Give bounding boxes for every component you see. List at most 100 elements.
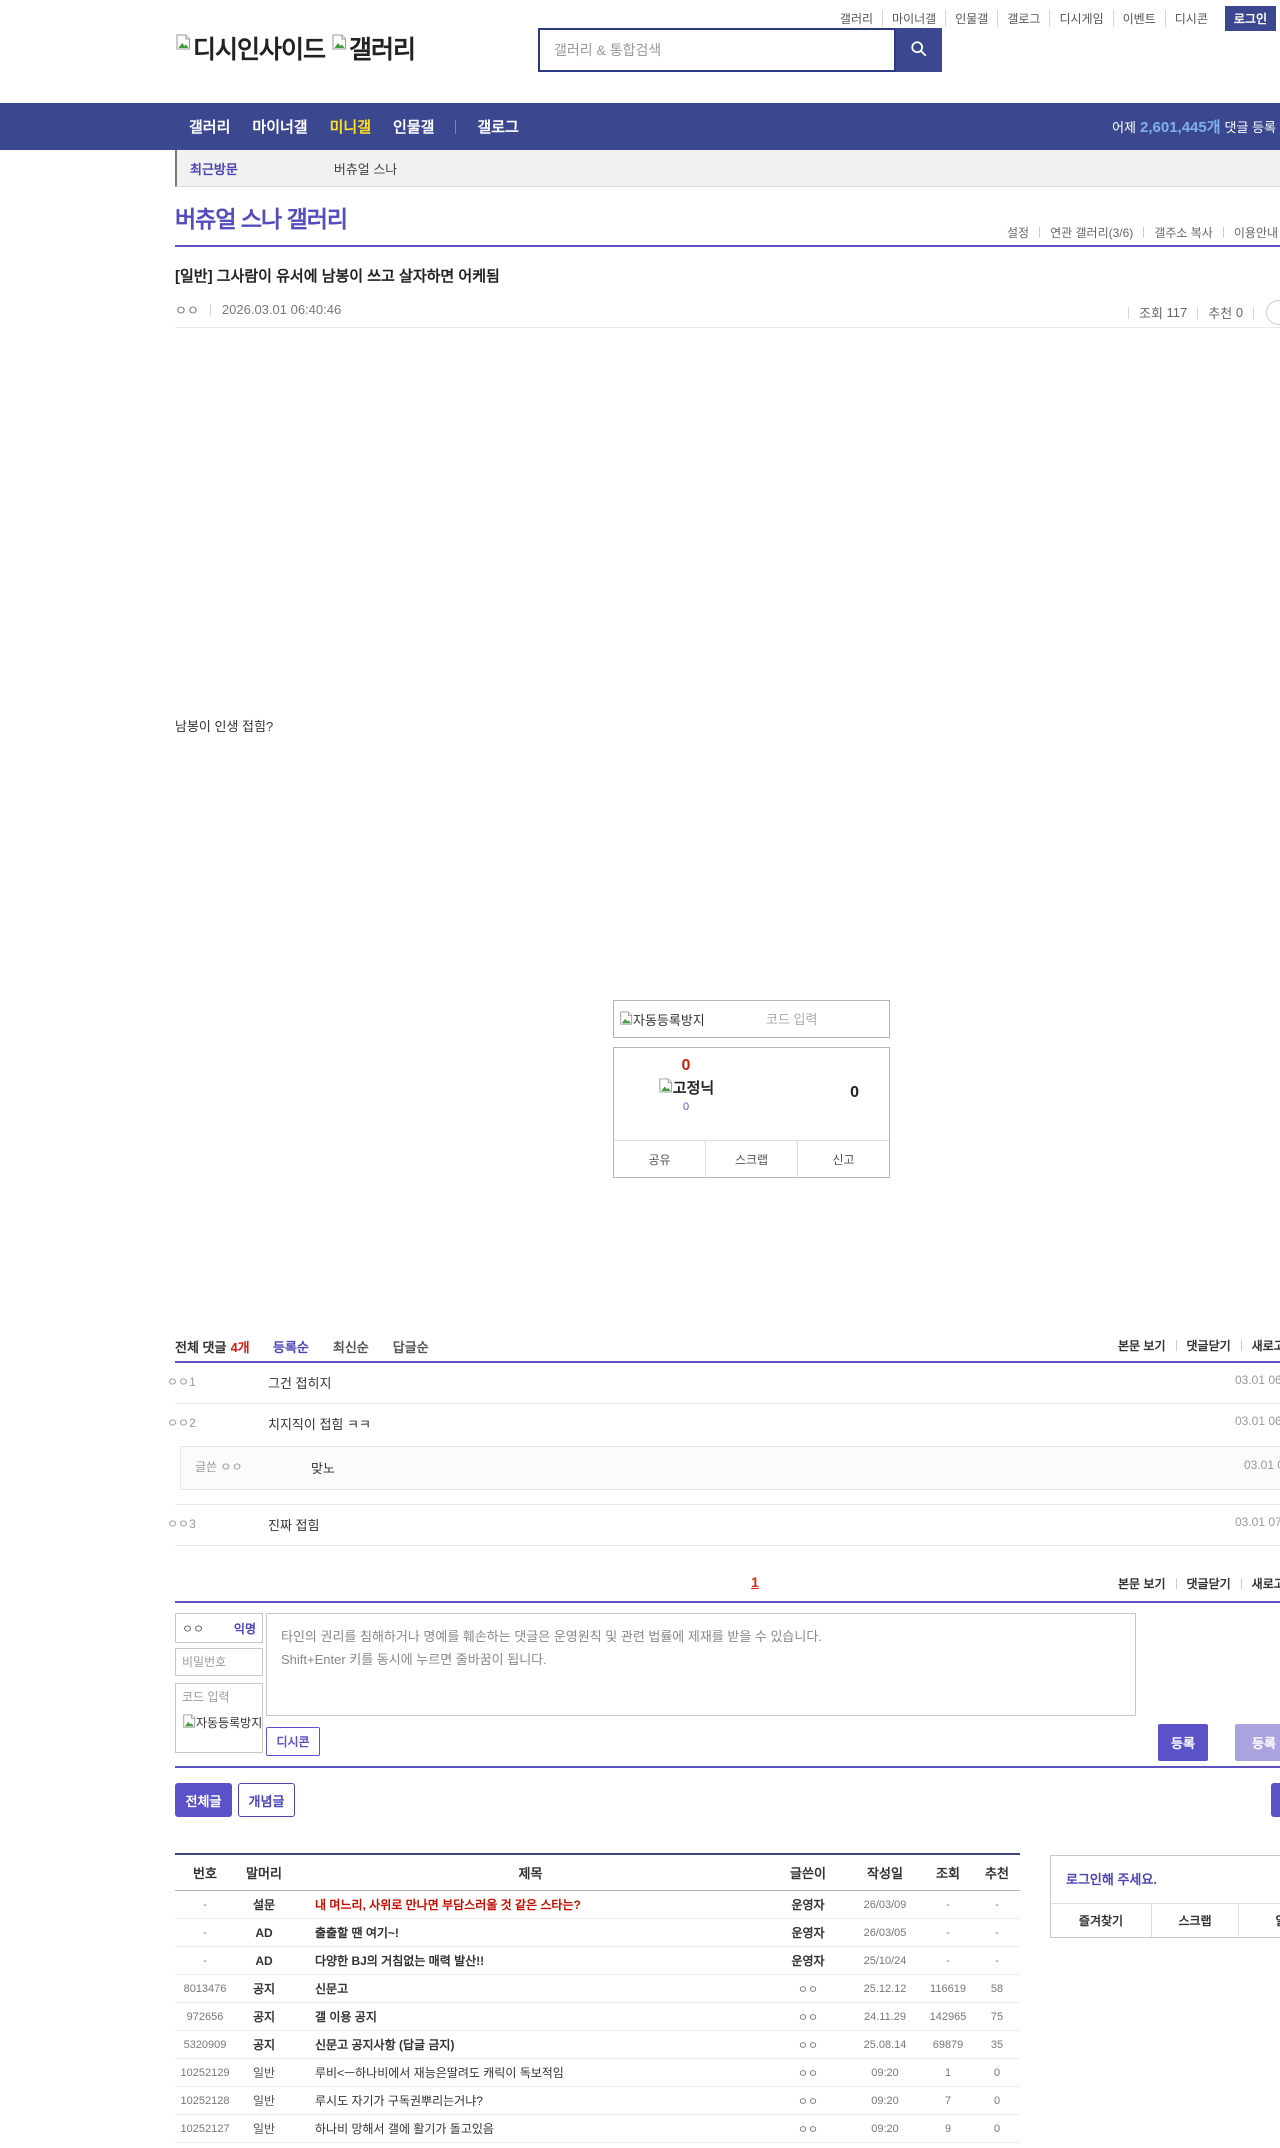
row-writer[interactable]: ㅇㅇ (768, 2121, 848, 2137)
row-date: 09:20 (871, 2066, 899, 2079)
nickname-input[interactable] (182, 1621, 234, 1635)
nav-item-minor[interactable]: 마이너갤 (241, 116, 318, 137)
row-recommend: 75 (990, 2010, 1004, 2023)
all-posts-button[interactable]: 전체글 (175, 1783, 232, 1817)
row-number: 10252129 (180, 2066, 230, 2079)
refresh-comments-link[interactable]: 새로고침 (1252, 1575, 1280, 1592)
login-message: 로그인해 주세요. (1066, 1872, 1157, 1887)
row-writer[interactable]: ㅇㅇ (768, 2093, 848, 2109)
search-input[interactable] (538, 28, 896, 72)
share-button[interactable]: 공유 (614, 1141, 705, 1178)
top-link-minor[interactable]: 마이너갤 (882, 10, 945, 27)
comment-author[interactable]: ㅇㅇ1 (167, 1373, 196, 1390)
reply-author[interactable]: 글쓴 ㅇㅇ (195, 1458, 243, 1475)
top-link-event[interactable]: 이벤트 (1112, 10, 1165, 27)
row-category: AD (255, 1925, 273, 1940)
best-posts-button[interactable]: 개념글 (238, 1783, 295, 1817)
row-writer[interactable]: 운영자 (768, 1952, 848, 1969)
site-logo[interactable]: 디시인사이드 갤러리 (175, 28, 416, 67)
top-link-dcgame[interactable]: 디시게임 (1049, 10, 1112, 27)
comment-submit-button-secondary[interactable]: 등록 (1235, 1724, 1280, 1761)
password-field-wrap (175, 1648, 263, 1676)
row-recommend: 35 (990, 2038, 1004, 2051)
recent-visit-gallery[interactable]: 버츄얼 스나 (334, 159, 397, 178)
gallery-settings-link[interactable]: 설정 (1007, 224, 1029, 241)
comment-count-pill[interactable] (1266, 300, 1280, 325)
report-button[interactable]: 신고 (797, 1141, 889, 1178)
scrap-button[interactable]: 스크랩 (705, 1141, 797, 1178)
top-link-gallery[interactable]: 갤러리 (831, 10, 882, 27)
captcha-code-input[interactable] (744, 1011, 889, 1027)
view-post-link[interactable]: 본문 보기 (1118, 1337, 1166, 1354)
close-comments-link[interactable]: 댓글닫기 (1187, 1575, 1231, 1592)
row-views: - (946, 1926, 950, 1939)
gallery-title[interactable]: 버츄얼 스나 갤러리 (175, 200, 348, 234)
comments-total-label: 전체 댓글 (175, 1340, 227, 1355)
dccon-button[interactable]: 디시콘 (266, 1727, 320, 1756)
row-title-link[interactable]: 신문고 (293, 1980, 768, 1997)
sort-tab-registered[interactable]: 등록순 (273, 1337, 309, 1356)
comment-textarea[interactable]: 타인의 권리를 침해하거나 명예를 훼손하는 댓글은 운영원칙 및 관련 법률에… (266, 1613, 1136, 1716)
sort-tab-reply[interactable]: 답글순 (393, 1337, 429, 1356)
row-title-link[interactable]: 신문고 공지사항 (답글 금지) (293, 2036, 768, 2053)
row-writer[interactable]: ㅇㅇ (768, 2065, 848, 2081)
refresh-comments-link[interactable]: 새로고침 (1252, 1337, 1280, 1354)
captcha-field-wrap: 자동등록방지 (175, 1683, 263, 1753)
row-writer[interactable]: 운영자 (768, 1896, 848, 1913)
top-link-dccon[interactable]: 디시콘 (1164, 10, 1217, 27)
sort-tab-newest[interactable]: 최신순 (333, 1337, 369, 1356)
view-post-link[interactable]: 본문 보기 (1118, 1575, 1166, 1592)
post-author[interactable]: ㅇㅇ (175, 300, 199, 319)
notification-button[interactable]: 알림 (1238, 1904, 1280, 1937)
row-number: - (203, 1926, 207, 1939)
stats-count: 2,601,445개 (1140, 119, 1221, 136)
row-writer[interactable]: 운영자 (768, 1924, 848, 1941)
row-writer[interactable]: ㅇㅇ (768, 2009, 848, 2025)
nav-item-mini[interactable]: 미니갤 (319, 116, 382, 137)
row-title-link[interactable]: 출출할 땐 여기~! (293, 1924, 768, 1941)
broken-image-icon (175, 28, 191, 57)
scrap-button[interactable]: 스크랩 (1151, 1904, 1238, 1937)
login-button[interactable]: 로그인 (1224, 6, 1276, 31)
copy-url-link[interactable]: 갤주소 복사 (1154, 224, 1213, 241)
favorite-button[interactable]: 즐겨찾기 (1051, 1904, 1151, 1937)
row-date: 09:20 (871, 2122, 899, 2135)
row-title-link[interactable]: 내 며느리, 사위로 만나면 부담스러울 것 같은 스타는? (293, 1896, 768, 1913)
main-navigation: 갤러리 마이너갤 미니갤 인물갤 갤로그 어제 2,601,445개 댓글 등록 (0, 103, 1280, 150)
comment-page-1[interactable]: 1 (175, 1574, 1280, 1590)
top-link-gallog[interactable]: 갤로그 (997, 10, 1049, 27)
comment-text: 진짜 접힘 (268, 1518, 320, 1533)
downvote-count[interactable]: 0 (850, 1084, 859, 1102)
usage-guide-link[interactable]: 이용안내 (1234, 224, 1278, 241)
row-title-link[interactable]: 루비<ㅡ하나비에서 재능은딸려도 캐릭이 독보적임 (293, 2064, 768, 2081)
comment-author[interactable]: ㅇㅇ2 (167, 1414, 196, 1431)
row-title-link[interactable]: 다양한 BJ의 거침없는 매력 발산!! (293, 1952, 768, 1969)
password-input[interactable] (182, 1655, 256, 1669)
nav-divider (455, 119, 457, 134)
row-title-link[interactable]: 하나비 망해서 갤에 활기가 돌고있음 (293, 2120, 768, 2137)
close-comments-link[interactable]: 댓글닫기 (1187, 1337, 1231, 1354)
row-date: 26/03/05 (863, 1926, 907, 1939)
nav-item-person[interactable]: 인물갤 (382, 116, 445, 137)
upvote-area[interactable]: 0 고정닉 0 (636, 1057, 736, 1113)
row-views: 7 (944, 2094, 952, 2107)
row-number: 972656 (186, 2010, 224, 2023)
write-post-button[interactable]: 글쓰기 (1271, 1783, 1280, 1817)
related-galleries-link[interactable]: 연관 갤러리(3/6) (1050, 224, 1133, 241)
search-button[interactable] (896, 28, 942, 72)
table-row: 5320909 공지 신문고 공지사항 (답글 금지) ㅇㅇ 25.08.14 … (175, 2031, 1020, 2059)
nav-item-gallery[interactable]: 갤러리 (178, 116, 241, 137)
row-title-link[interactable]: 루시도 자기가 구독권뿌리는거냐? (293, 2092, 768, 2109)
nav-item-gallog[interactable]: 갤로그 (466, 116, 529, 137)
comment-captcha-input[interactable] (182, 1690, 256, 1704)
likes-count: 0 (1235, 305, 1244, 320)
top-link-person[interactable]: 인물갤 (945, 10, 997, 27)
row-title-link[interactable]: 갤 이용 공지 (293, 2008, 768, 2025)
row-writer[interactable]: ㅇㅇ (768, 2037, 848, 2053)
anonymous-label[interactable]: 익명 (234, 1620, 256, 1637)
login-sidebar: 로그인해 주세요. 즐겨찾기 스크랩 알림 (1050, 1855, 1280, 1938)
row-recommend: - (995, 1954, 999, 1967)
comment-author[interactable]: ㅇㅇ3 (167, 1515, 196, 1532)
comment-submit-button[interactable]: 등록 (1158, 1724, 1208, 1761)
row-writer[interactable]: ㅇㅇ (768, 1981, 848, 1997)
